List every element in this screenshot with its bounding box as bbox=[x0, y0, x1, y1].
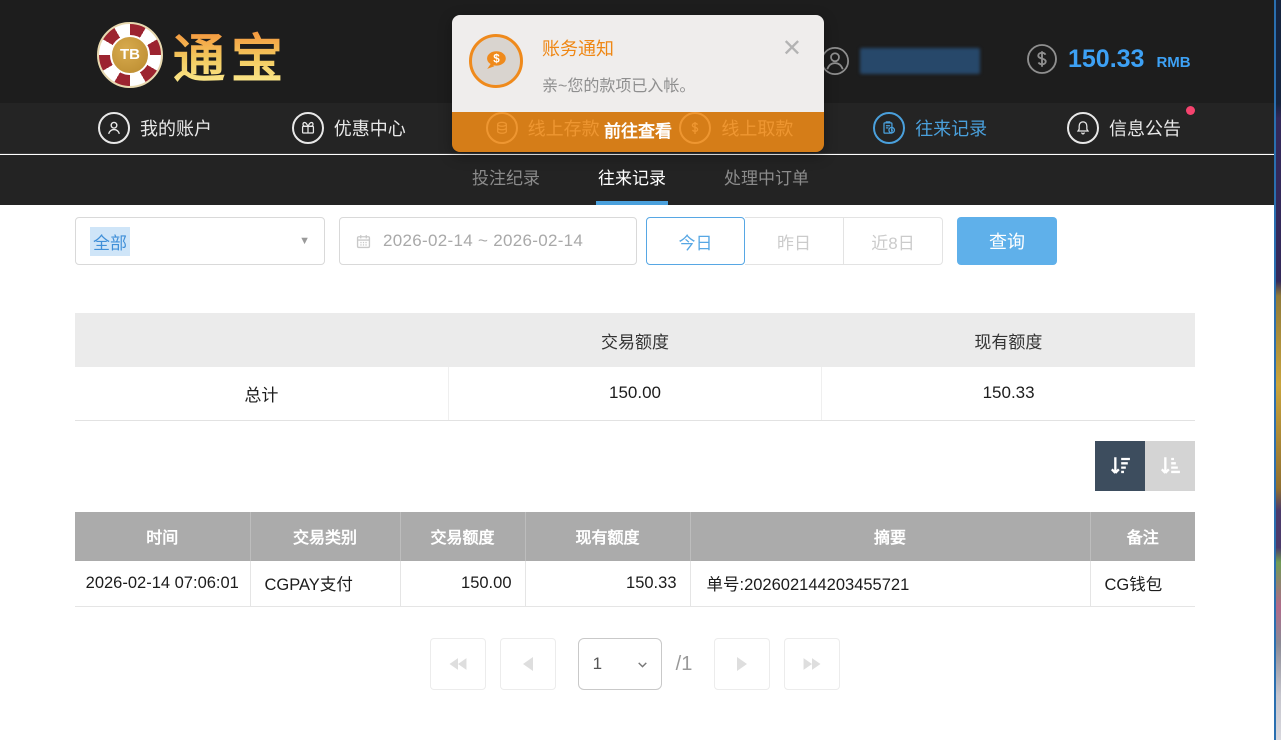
wallet-dollar-icon bbox=[1026, 43, 1058, 75]
col-header-type: 交易类别 bbox=[250, 512, 400, 561]
today-button[interactable]: 今日 bbox=[646, 217, 745, 265]
col-header-balance: 现有额度 bbox=[525, 512, 690, 561]
page-total-label: /1 bbox=[676, 653, 693, 676]
page-select-chevron-icon bbox=[636, 658, 649, 671]
pagination: 1 /1 bbox=[75, 638, 1195, 690]
nav-label: 信息公告 bbox=[1109, 115, 1181, 141]
account-notification-toast: $ 账务通知 亲~您的款项已入帐。 ✕ 前往查看 bbox=[452, 15, 824, 152]
svg-text:$: $ bbox=[493, 52, 500, 65]
balance-currency: RMB bbox=[1156, 48, 1190, 71]
date-range-value: 2026-02-14 ~ 2026-02-14 bbox=[383, 231, 583, 251]
cell-time: 2026-02-14 07:06:01 bbox=[75, 561, 250, 607]
records-table: 时间 交易类别 交易额度 现有额度 摘要 备注 2026-02-14 07:06… bbox=[75, 512, 1195, 608]
col-header-note: 备注 bbox=[1090, 512, 1195, 561]
brand-logo[interactable]: TB 通宝 bbox=[97, 17, 289, 92]
nav-item-my-account[interactable]: 我的账户 bbox=[98, 112, 212, 144]
page-scrollbar[interactable] bbox=[1274, 0, 1281, 740]
toast-title: 账务通知 bbox=[542, 35, 695, 61]
bell-icon bbox=[1067, 112, 1099, 144]
sort-ascending-icon[interactable] bbox=[1145, 441, 1195, 491]
tab-pending-orders[interactable]: 处理中订单 bbox=[722, 155, 811, 205]
brand-name: 通宝 bbox=[173, 17, 289, 92]
toast-action-button[interactable]: 前往查看 bbox=[452, 112, 824, 152]
gift-icon bbox=[292, 112, 324, 144]
user-icon bbox=[820, 46, 850, 76]
nav-label: 往来记录 bbox=[915, 115, 987, 141]
sub-nav: 投注纪录 往来记录 处理中订单 bbox=[0, 155, 1281, 205]
notification-dot bbox=[1186, 106, 1195, 115]
col-header-time: 时间 bbox=[75, 512, 250, 561]
records-header-row: 时间 交易类别 交易额度 现有额度 摘要 备注 bbox=[75, 512, 1195, 561]
last-page-icon[interactable] bbox=[784, 638, 840, 690]
next-page-icon[interactable] bbox=[714, 638, 770, 690]
user-icon bbox=[98, 112, 130, 144]
col-header-amount: 交易额度 bbox=[400, 512, 525, 561]
nav-label: 我的账户 bbox=[140, 115, 212, 141]
casino-chip-icon: TB bbox=[97, 22, 163, 88]
summary-total-balance: 150.33 bbox=[822, 367, 1195, 420]
search-button[interactable]: 查询 bbox=[957, 217, 1057, 265]
nav-label: 优惠中心 bbox=[334, 115, 406, 141]
prev-page-icon[interactable] bbox=[500, 638, 556, 690]
nav-item-promotions[interactable]: 优惠中心 bbox=[292, 112, 406, 144]
sort-controls bbox=[75, 441, 1195, 491]
close-icon[interactable]: ✕ bbox=[782, 37, 802, 61]
page-select[interactable]: 1 bbox=[578, 638, 662, 690]
cell-amount: 150.00 bbox=[400, 561, 525, 607]
nav-item-transactions[interactable]: 往来记录 bbox=[873, 112, 987, 144]
cell-balance: 150.33 bbox=[525, 561, 690, 607]
cell-memo: 单号:202602144203455721 bbox=[690, 561, 1090, 607]
page-select-value: 1 bbox=[593, 654, 602, 674]
tab-betting-records[interactable]: 投注纪录 bbox=[470, 155, 542, 205]
quick-date-group: 今日 昨日 近8日 bbox=[646, 217, 943, 265]
username-blurred bbox=[860, 48, 980, 74]
yesterday-button[interactable]: 昨日 bbox=[745, 217, 844, 265]
main-content: 全部 ▼ 2026-02-14 ~ 2026-02-14 今日 昨日 近8日 查… bbox=[75, 205, 1195, 690]
type-select-value: 全部 bbox=[90, 227, 130, 256]
records-clipboard-icon bbox=[873, 112, 905, 144]
summary-total-row: 总计 150.00 150.33 bbox=[75, 367, 1195, 420]
summary-header-empty bbox=[75, 313, 448, 367]
sort-descending-icon[interactable] bbox=[1095, 441, 1145, 491]
summary-header-balance: 现有额度 bbox=[822, 313, 1195, 367]
balance-area[interactable]: 150.33 RMB bbox=[1026, 43, 1191, 75]
cell-note: CG钱包 bbox=[1090, 561, 1195, 607]
summary-total-amount: 150.00 bbox=[448, 367, 821, 420]
summary-total-label: 总计 bbox=[75, 367, 448, 420]
first-page-icon[interactable] bbox=[430, 638, 486, 690]
toast-message: 亲~您的款项已入帐。 bbox=[542, 72, 695, 96]
type-select[interactable]: 全部 ▼ bbox=[75, 217, 325, 265]
summary-table: 交易额度 现有额度 总计 150.00 150.33 bbox=[75, 313, 1195, 421]
calendar-icon bbox=[354, 232, 373, 251]
filter-bar: 全部 ▼ 2026-02-14 ~ 2026-02-14 今日 昨日 近8日 查… bbox=[75, 217, 1195, 265]
balance-amount: 150.33 bbox=[1068, 45, 1144, 74]
money-chat-bubble-icon: $ bbox=[469, 34, 523, 88]
summary-header-row: 交易额度 现有额度 bbox=[75, 313, 1195, 367]
nav-item-announcements[interactable]: 信息公告 bbox=[1067, 112, 1181, 144]
date-range-input[interactable]: 2026-02-14 ~ 2026-02-14 bbox=[339, 217, 637, 265]
chevron-down-icon: ▼ bbox=[299, 235, 310, 247]
chip-label: TB bbox=[110, 35, 150, 75]
toast-texts: 账务通知 亲~您的款项已入帐。 bbox=[542, 34, 695, 96]
account-area[interactable] bbox=[820, 46, 980, 76]
table-row: 2026-02-14 07:06:01 CGPAY支付 150.00 150.3… bbox=[75, 561, 1195, 607]
summary-header-amount: 交易额度 bbox=[448, 313, 821, 367]
col-header-memo: 摘要 bbox=[690, 512, 1090, 561]
cell-type: CGPAY支付 bbox=[250, 561, 400, 607]
toast-body: $ 账务通知 亲~您的款项已入帐。 ✕ bbox=[452, 15, 824, 112]
tab-transaction-records[interactable]: 往来记录 bbox=[596, 155, 668, 205]
last-8-days-button[interactable]: 近8日 bbox=[844, 217, 943, 265]
